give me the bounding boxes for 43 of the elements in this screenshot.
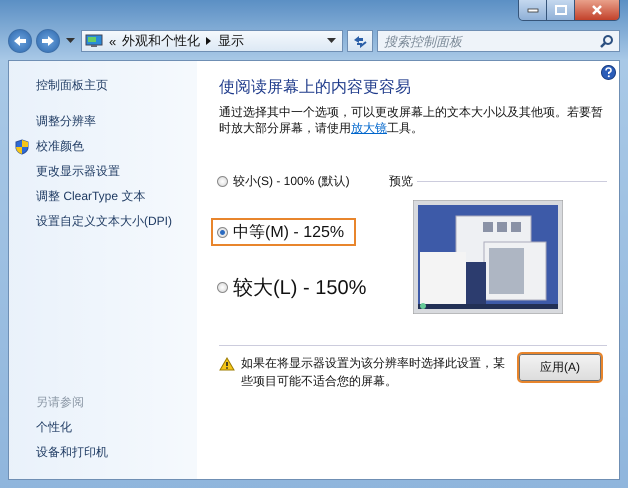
sidebar-link[interactable]: 个性化: [36, 415, 197, 440]
back-arrow-icon: [13, 35, 27, 47]
minimize-icon: [526, 7, 538, 13]
minimize-button[interactable]: [519, 0, 547, 20]
refresh-button[interactable]: [347, 30, 373, 52]
refresh-icon: [352, 34, 368, 48]
dropdown-caret-icon[interactable]: [66, 38, 75, 44]
page-title: 使阅读屏幕上的内容更容易: [219, 78, 412, 98]
preview-label: 预览: [389, 172, 413, 190]
breadcrumb-separator: «: [109, 34, 116, 48]
close-button[interactable]: [575, 0, 619, 20]
close-icon: [591, 5, 603, 15]
see-also-heading: 另请参阅: [36, 394, 85, 411]
breadcrumb[interactable]: 显示: [218, 32, 244, 50]
forward-arrow-icon: [41, 35, 55, 47]
help-icon[interactable]: [601, 65, 616, 80]
shield-icon: [15, 138, 29, 154]
chevron-icon[interactable]: [206, 37, 212, 45]
sidebar-link[interactable]: 校准颜色: [36, 138, 84, 155]
address-bar[interactable]: « 外观和个性化 显示: [81, 30, 343, 52]
apply-button[interactable]: 应用(A): [519, 354, 601, 381]
breadcrumb[interactable]: 外观和个性化: [122, 32, 200, 50]
magnifier-link[interactable]: 放大镜: [351, 121, 387, 135]
maximize-icon: [554, 5, 566, 15]
sidebar-link[interactable]: 设备和打印机: [36, 440, 197, 465]
search-icon: [600, 34, 614, 48]
sidebar-link[interactable]: 更改显示器设置: [36, 163, 120, 180]
forward-button[interactable]: [36, 29, 60, 53]
warning-icon: [219, 357, 235, 371]
maximize-button[interactable]: [547, 0, 575, 20]
sidebar-link[interactable]: 调整分辨率: [36, 113, 96, 130]
back-button[interactable]: [8, 29, 32, 53]
dropdown-caret-icon[interactable]: [327, 38, 336, 44]
size-option[interactable]: 较小(S) - 100% (默认): [211, 170, 362, 192]
sidebar-link[interactable]: 设置自定义文本大小(DPI): [36, 213, 172, 230]
sidebar-link[interactable]: 调整 ClearType 文本: [36, 188, 146, 205]
warning-text: 如果在将显示器设置为该分辨率时选择此设置，某些项目可能不适合您的屏幕。: [241, 355, 506, 390]
search-field[interactable]: 搜索控制面板: [377, 30, 620, 52]
size-option[interactable]: 较大(L) - 150%: [211, 272, 378, 302]
description-text: 通过选择其中一个选项，可以更改屏幕上的文本大小以及其他项。若要暂时放大部分屏幕，请使用放大镜工具。: [219, 104, 604, 136]
monitor-icon: [85, 34, 103, 48]
sidebar-link[interactable]: 控制面板主页: [36, 77, 108, 94]
highlighted-option[interactable]: 中等(M) - 125%: [211, 218, 356, 246]
